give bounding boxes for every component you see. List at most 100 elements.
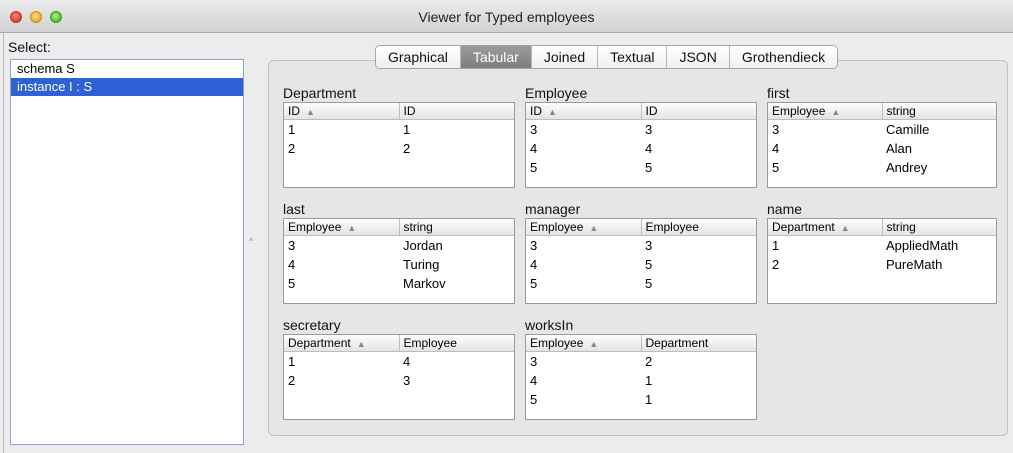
table-cell: 4 [530,141,538,156]
column-header[interactable]: ID [640,103,757,119]
table-row[interactable]: 33 [526,236,756,255]
table-row[interactable]: 23 [284,371,514,390]
table-row[interactable]: 55 [526,158,756,177]
sort-ascending-icon: ▲ [589,223,599,233]
table-row[interactable]: 3 Jordan [284,236,514,255]
table-row[interactable]: 2 PureMath [768,255,996,274]
column-header[interactable]: Department ▲ [284,335,399,351]
column-header-label: ID [645,104,658,118]
table-row[interactable]: 51 [526,390,756,409]
table-row[interactable]: 4 Alan [768,139,996,158]
tab-graphical[interactable]: Graphical [376,46,461,68]
table-row[interactable]: 3 Camille [768,120,996,139]
table-cell: 5 [645,257,653,272]
column-header-label: string [403,220,433,234]
sort-ascending-icon: ▲ [548,107,557,117]
table-cell: 2 [288,141,296,156]
table-cell: 4 [530,257,538,272]
column-header[interactable]: string [881,219,997,235]
column-header-label: Employee [645,220,699,234]
table-header: Employee ▲ Department [526,335,756,352]
table-row[interactable]: 11 [284,120,514,139]
table-grid[interactable]: Employee ▲ Employee 3 3 4 5 5 5 [525,218,757,304]
column-header-label: Department [288,336,351,350]
column-header[interactable]: Employee ▲ [526,335,641,351]
tab-grothendieck[interactable]: Grothendieck [729,46,838,68]
table-row[interactable]: 1 AppliedMath [768,236,996,255]
column-header[interactable]: Employee ▲ [768,103,882,119]
table-row[interactable]: 5 Markov [284,274,514,293]
table-row[interactable]: 33 [526,120,756,139]
table-title: secretary [283,317,341,333]
table-row[interactable]: 41 [526,371,756,390]
table-title: first [767,85,790,101]
window-title: Viewer for Typed employees [418,9,595,25]
table-cell: 5 [645,160,653,175]
table-title: Employee [525,85,588,101]
table-grid[interactable]: Employee ▲ Department 3 2 4 1 5 1 [525,334,757,420]
sort-ascending-icon: ▲ [840,223,850,233]
title-bar: Viewer for Typed employees [0,0,1013,33]
table-title: name [767,201,803,217]
table-grid[interactable]: ID ▲ ID 3 3 4 4 5 5 [525,102,757,188]
column-header-label: string [886,104,916,118]
column-header[interactable]: string [398,219,515,235]
table-cell: 3 [530,122,538,137]
table-cell: 3 [645,238,653,253]
column-header[interactable]: Employee [398,335,515,351]
tab-textual[interactable]: Textual [598,46,668,68]
column-header-label: ID [403,104,416,118]
table-cell: 4 [530,373,538,388]
table-row[interactable]: 32 [526,352,756,371]
table-worksin: worksIn Employee ▲ Department 3 2 4 1 5 1 [525,316,757,420]
table-cell: Alan [886,141,913,156]
table-grid[interactable]: Employee ▲ string 3 Camille 4 Alan 5 Andrey [767,102,997,188]
column-header[interactable]: Department [640,335,757,351]
tab-tabular[interactable]: Tabular [460,46,532,68]
tab-json[interactable]: JSON [667,46,730,68]
table-cell: 4 [645,141,653,156]
column-header[interactable]: ID [398,103,515,119]
sort-ascending-icon: ▲ [306,107,315,117]
sort-ascending-icon: ▲ [356,339,366,349]
table-cell: 3 [530,354,538,369]
column-header-label: string [886,220,916,234]
table-row[interactable]: 4 Turing [284,255,514,274]
split-pane-divider[interactable]: ^ [249,236,253,246]
list-item[interactable]: instance I : S [11,78,243,96]
column-header[interactable]: Employee ▲ [526,219,641,235]
column-header[interactable]: string [881,103,997,119]
table-name: name Department ▲ string 1 AppliedMath 2 PureMa… [767,200,997,304]
table-cell: 3 [403,373,411,388]
table-row[interactable]: 22 [284,139,514,158]
table-grid[interactable]: Employee ▲ string 3 Jordan 4 Turing 5 Markov [283,218,515,304]
table-row[interactable]: 44 [526,139,756,158]
column-header[interactable]: ID ▲ [526,103,641,119]
column-header-label: Department [645,336,709,350]
table-cell: 5 [288,276,296,291]
table-row[interactable]: 45 [526,255,756,274]
column-header-label: ID [288,104,300,118]
table-grid[interactable]: Department ▲ Employee 1 4 2 3 [283,334,515,420]
table-secretary: secretary Department ▲ Employee 1 4 2 3 [283,316,515,420]
table-cell: Andrey [886,160,928,175]
table-grid[interactable]: ID ▲ ID 1 1 2 2 [283,102,515,188]
table-row[interactable]: 55 [526,274,756,293]
table-cell: Jordan [403,238,443,253]
tab-joined[interactable]: Joined [531,46,599,68]
table-row[interactable]: 14 [284,352,514,371]
column-header[interactable]: Employee [640,219,757,235]
list-item[interactable]: schema S [11,60,243,78]
column-header[interactable]: ID ▲ [284,103,399,119]
column-header[interactable]: Employee ▲ [284,219,399,235]
column-header-label: Department [772,220,835,234]
column-header[interactable]: Department ▲ [768,219,882,235]
table-title: manager [525,201,581,217]
table-cell: 4 [772,141,780,156]
table-header: Department ▲ string [768,219,996,236]
table-cell: PureMath [886,257,943,272]
selection-list[interactable]: schema Sinstance I : S [10,59,244,445]
table-grid[interactable]: Department ▲ string 1 AppliedMath 2 PureMath [767,218,997,304]
table-row[interactable]: 5 Andrey [768,158,996,177]
table-cell: 5 [530,392,538,407]
